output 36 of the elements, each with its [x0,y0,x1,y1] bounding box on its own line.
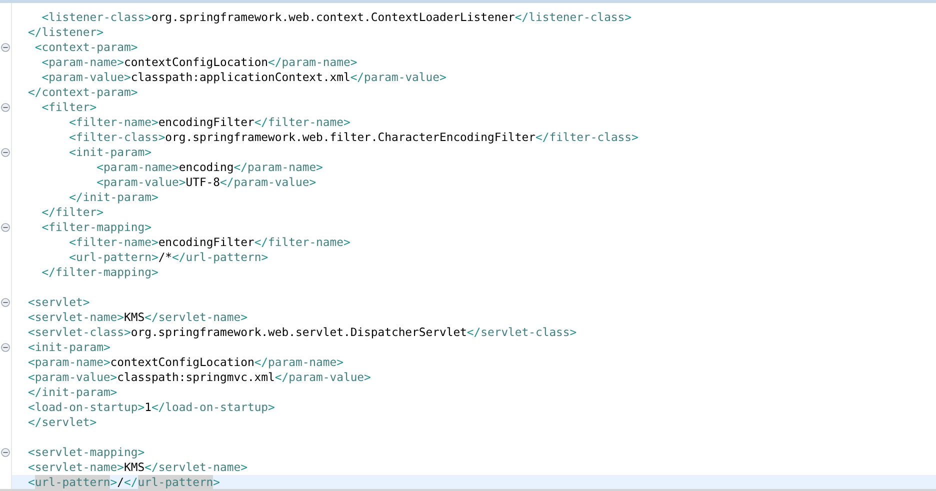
code-line: </filter> [40,205,104,220]
code-line: <param-value>classpath:applicationContext.xml</param-value> [40,70,448,85]
code-line: <servlet-mapping> [27,445,146,460]
code-line: <filter-name>encodingFilter</filter-name> [68,115,352,130]
collapse-icon[interactable] [1,343,10,352]
code-line: <param-name>contextConfigLocation</param-name> [27,355,344,370]
code-line: </init-param> [68,190,160,205]
code-line: <filter> [40,100,98,115]
code-line: </servlet> [27,415,98,430]
code-line: <init-param> [27,340,112,355]
code-line: <servlet-name>KMS</servlet-name> [27,310,248,325]
code-line: <init-param> [68,145,152,160]
code-line: <param-name>encoding</param-name> [96,160,324,175]
code-line: </filter-mapping> [40,265,160,280]
collapse-icon[interactable] [1,223,10,232]
code-line: <filter-class>org.springframework.web.filter.CharacterEncodingFilter</filter-class> [68,130,640,145]
collapse-icon[interactable] [1,298,10,307]
code-line: <param-value>classpath:springmvc.xml</param-value> [27,370,372,385]
code-line: <param-value>UTF-8</param-value> [96,175,318,190]
code-line: <filter-name>encodingFilter</filter-name> [68,235,352,250]
collapse-icon[interactable] [1,43,10,52]
code-line: <servlet-class>org.springframework.web.servlet.DispatcherServlet</servlet-class> [27,325,578,340]
code-line: <context-param> [34,40,139,55]
code-line: <servlet> [27,295,91,310]
collapse-icon[interactable] [1,448,10,457]
code-line: <url-pattern>/*</url-pattern> [68,250,270,265]
code-line: <listener-class>org.springframework.web.context.ContextLoaderListener</listener-class> [40,10,633,25]
code-line: <param-name>contextConfigLocation</param-name> [40,55,358,70]
collapse-icon[interactable] [1,148,10,157]
code-line: <servlet-name>KMS</servlet-name> [27,460,248,475]
code-line: </init-param> [27,385,118,400]
code-line: <filter-mapping> [40,220,152,235]
code-line: <load-on-startup>1</load-on-startup> [27,400,276,415]
code-line: </listener> [27,25,104,40]
collapse-icon[interactable] [1,103,10,112]
code-line: </context-param> [27,85,139,100]
